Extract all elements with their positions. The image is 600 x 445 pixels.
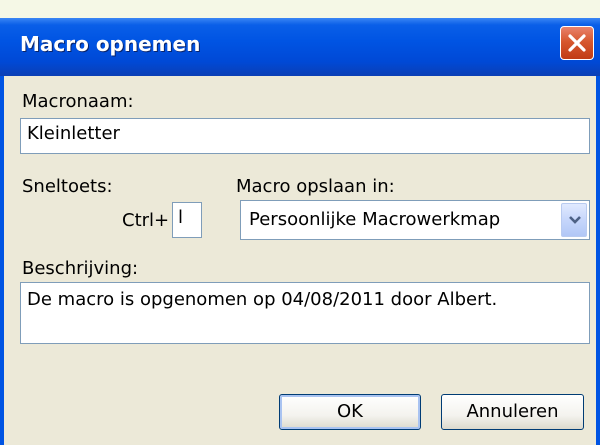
description-textarea[interactable]: De macro is opgenomen op 04/08/2011 door… (20, 282, 590, 344)
macro-record-dialog: Macro opnemen Macronaam: Kleinletter Sne… (0, 0, 600, 445)
close-icon (568, 34, 586, 52)
cancel-button[interactable]: Annuleren (441, 394, 584, 430)
description-label: Beschrijving: (22, 258, 139, 279)
dialog-title: Macro opnemen (20, 32, 201, 56)
macro-name-label: Macronaam: (22, 91, 134, 112)
store-in-label: Macro opslaan in: (236, 176, 395, 197)
store-in-select[interactable]: Persoonlijke Macrowerkmap (240, 200, 590, 240)
chevron-down-icon (569, 216, 581, 224)
close-button[interactable] (560, 26, 594, 60)
shortcut-key-input[interactable]: l (172, 202, 202, 238)
ok-button[interactable]: OK (279, 394, 421, 430)
store-in-selected-value: Persoonlijke Macrowerkmap (249, 209, 501, 230)
ctrl-prefix-label: Ctrl+ (122, 210, 170, 231)
store-in-dropdown-button[interactable] (561, 203, 587, 237)
dialog-body: Macronaam: Kleinletter Sneltoets: Ctrl+ … (4, 76, 596, 445)
shortcut-label: Sneltoets: (22, 176, 113, 197)
macro-name-input[interactable]: Kleinletter (20, 118, 590, 154)
window-border-right (596, 76, 600, 445)
